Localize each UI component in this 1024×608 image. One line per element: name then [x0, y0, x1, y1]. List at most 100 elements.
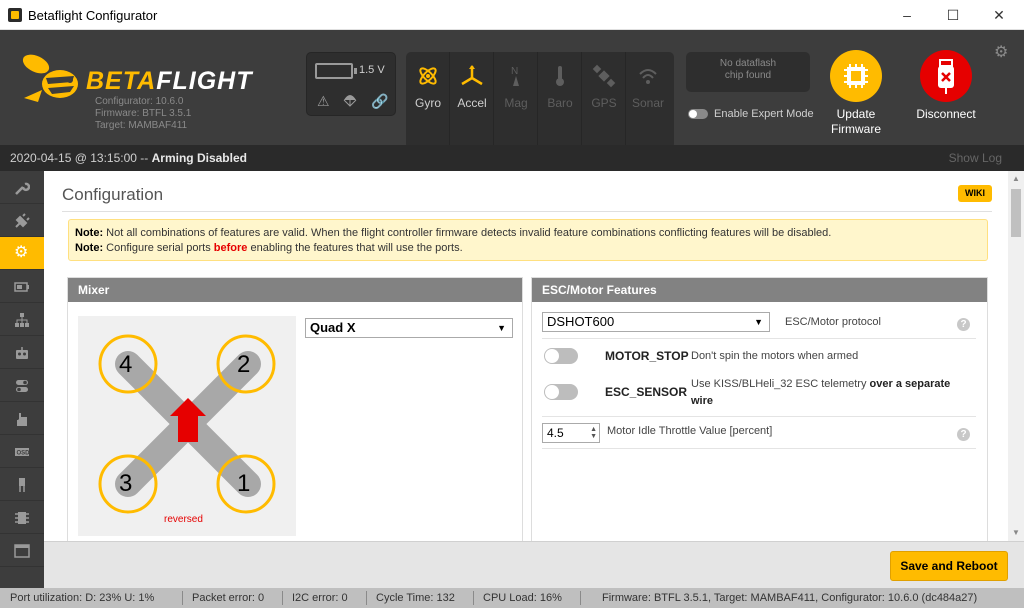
motor-icon: [19, 478, 25, 492]
baro-icon: [556, 66, 564, 86]
mixer-panel: Mixer 4 2 3 1 reversed Quad X ▼: [67, 277, 523, 541]
help-icon[interactable]: ?: [957, 428, 970, 441]
battery-icon: [315, 63, 357, 79]
sidebar-item-adjustments[interactable]: [0, 402, 44, 435]
disconnect-label[interactable]: Disconnect: [906, 107, 986, 122]
motor-label-3: 3: [119, 470, 133, 497]
sidebar-item-cli[interactable]: [0, 534, 44, 567]
betaflight-bee-icon: [22, 54, 78, 102]
sidebar-item-setup[interactable]: [0, 171, 44, 204]
svg-text:N: N: [511, 66, 518, 77]
sidebar-item-modes[interactable]: [0, 369, 44, 402]
app-icon: [8, 8, 22, 22]
wiki-button[interactable]: WIKI: [958, 185, 992, 202]
status-datetime: 2020-04-15 @ 13:15:00 -- Arming Disabled: [10, 151, 247, 165]
osd-icon: OSD: [15, 448, 31, 457]
motor-label-2: 2: [237, 351, 251, 378]
plug-icon: [15, 213, 30, 228]
disconnect-button[interactable]: [920, 50, 972, 102]
battery-icon: [14, 282, 29, 292]
motor-idle-input[interactable]: 4.5 ▲ ▼: [542, 423, 600, 443]
content-toolbar: Save and Reboot: [44, 541, 1024, 588]
motor-stop-name: MOTOR_STOP: [605, 349, 689, 363]
status-separator: [282, 591, 283, 605]
sensor-panel: Gyro Accel N Mag Baro GPS Sonar: [406, 52, 674, 149]
esc-protocol-select[interactable]: DSHOT600 ▼: [542, 312, 770, 332]
sidebar-item-ports[interactable]: [0, 204, 44, 237]
esc-motor-panel: ESC/Motor Features DSHOT600 ▼ ESC/Motor p…: [531, 277, 988, 541]
help-icon[interactable]: ?: [957, 318, 970, 331]
mixer-header: Mixer: [68, 278, 522, 302]
arming-status: Arming Disabled: [151, 151, 247, 165]
esc-sensor-toggle[interactable]: [544, 384, 578, 400]
close-button[interactable]: ✕: [976, 0, 1022, 30]
scroll-thumb[interactable]: [1011, 189, 1021, 237]
betaflight-logo: BETAFLIGHT: [86, 67, 253, 95]
sidebar-nav: ⚙ OSD: [0, 171, 44, 588]
status-separator: [580, 591, 581, 605]
cpu-load: CPU Load: 16%: [483, 592, 562, 604]
mixer-type-select[interactable]: Quad X ▼: [305, 318, 513, 338]
firmware-info: Firmware: BTFL 3.5.1, Target: MAMBAF411,…: [602, 592, 978, 604]
settings-gear-icon[interactable]: ⚙: [994, 42, 1008, 62]
sidebar-item-blackbox[interactable]: [0, 501, 44, 534]
quad-x-diagram: [78, 316, 296, 536]
motor-stop-toggle[interactable]: [544, 348, 578, 364]
scroll-up-icon[interactable]: ▲: [1008, 171, 1024, 187]
sidebar-item-receiver[interactable]: [0, 336, 44, 369]
expert-mode-switch[interactable]: [688, 109, 708, 120]
svg-text:OSD: OSD: [17, 451, 31, 457]
note-line-2: Note: Configure serial ports before enab…: [75, 242, 463, 254]
target-version: Target: MAMBAF411: [95, 120, 188, 131]
chip-icon: [15, 512, 29, 524]
link-icon: 🔗: [371, 93, 389, 109]
minimize-button[interactable]: –: [884, 0, 930, 30]
motor-idle-label: Motor Idle Throttle Value [percent]: [607, 425, 773, 437]
window-title: Betaflight Configurator: [28, 8, 158, 23]
battery-voltage: 1.5 V: [359, 64, 385, 76]
show-log-link[interactable]: Show Log: [949, 151, 1002, 165]
sensor-accel: Accel: [450, 52, 494, 149]
status-separator: [366, 591, 367, 605]
chip-icon: [844, 64, 868, 88]
packet-error: Packet error: 0: [192, 592, 265, 604]
maximize-button[interactable]: ☐: [930, 0, 976, 30]
content-scrollbar[interactable]: ▲ ▼: [1008, 171, 1024, 541]
main-content: Configuration WIKI Note: Not all combina…: [44, 171, 1008, 541]
sensor-baro: Baro: [538, 52, 582, 149]
expert-mode-toggle[interactable]: Enable Expert Mode: [688, 108, 814, 120]
esc-sensor-desc: Use KISS/BLHeli_32 ESC telemetry over a …: [691, 378, 951, 407]
sensor-mag: N Mag: [494, 52, 538, 149]
motor-label-4: 4: [119, 351, 133, 378]
app-header: BETAFLIGHT Configurator: 10.6.0 Firmware…: [0, 30, 1024, 149]
robot-icon: [16, 347, 28, 359]
terminal-icon: [14, 544, 30, 558]
sensor-gps: GPS: [582, 52, 626, 149]
wrench-icon: [15, 182, 30, 195]
hand-icon: [17, 413, 27, 426]
motor-label-1: 1: [237, 470, 251, 497]
update-firmware-label[interactable]: Update Firmware: [820, 107, 892, 137]
sidebar-item-pid[interactable]: [0, 303, 44, 336]
title-divider: [62, 211, 992, 212]
cycle-time: Cycle Time: 132: [376, 592, 455, 604]
sidebar-item-motors[interactable]: [0, 468, 44, 501]
row-divider: [542, 338, 976, 339]
battery-panel: 1.5 V ⚠ 🔗: [306, 52, 396, 116]
save-and-reboot-button[interactable]: Save and Reboot: [890, 551, 1008, 581]
sidebar-item-osd[interactable]: OSD: [0, 435, 44, 468]
row-divider: [542, 448, 976, 449]
sidebar-item-configuration[interactable]: ⚙: [0, 237, 44, 270]
note-box: Note: Not all combinations of features a…: [68, 219, 988, 261]
status-bar: Port utilization: D: 23% U: 1% Packet er…: [0, 588, 1024, 608]
update-firmware-button[interactable]: [830, 50, 882, 102]
spinner-icon[interactable]: ▲ ▼: [590, 426, 597, 440]
motor-stop-desc: Don't spin the motors when armed: [691, 350, 859, 362]
status-separator: [473, 591, 474, 605]
esc-motor-header: ESC/Motor Features: [532, 278, 987, 302]
sidebar-item-power[interactable]: [0, 270, 44, 303]
chevron-down-icon: ▼: [497, 323, 506, 333]
gyro-icon: [419, 67, 437, 85]
scroll-down-icon[interactable]: ▼: [1008, 525, 1024, 541]
window-titlebar: Betaflight Configurator – ☐ ✕: [0, 0, 1024, 30]
